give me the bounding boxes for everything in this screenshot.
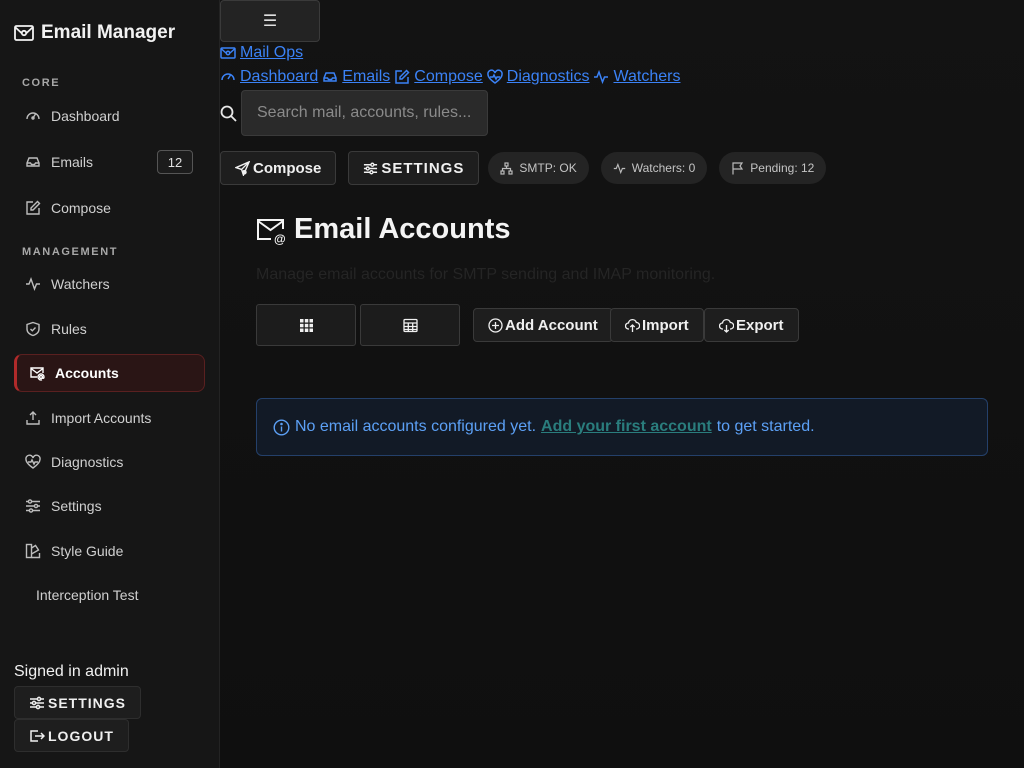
brand-link-row: Mail Ops xyxy=(220,44,303,62)
sidebar-item-settings[interactable]: Settings xyxy=(14,487,205,525)
heart-pulse-icon xyxy=(487,69,503,85)
signed-in-text: Signed in admin xyxy=(14,663,129,680)
nav-link-dashboard[interactable]: Dashboard xyxy=(220,68,318,86)
sidebar-item-label: Diagnostics xyxy=(51,454,124,470)
sidebar-item-label: Interception Test xyxy=(36,587,139,603)
add-account-button[interactable]: Add Account xyxy=(473,308,613,342)
emails-count-badge: 12 xyxy=(157,150,193,174)
activity-icon xyxy=(593,69,609,85)
sidebar-item-label: Style Guide xyxy=(51,543,124,559)
flag-icon xyxy=(731,161,744,175)
edit-icon xyxy=(394,69,410,85)
nav-link-compose[interactable]: Compose xyxy=(394,68,483,86)
app-title: Email Manager xyxy=(41,22,176,43)
sidebar-item-label: Import Accounts xyxy=(51,410,152,426)
sidebar-item-label: Dashboard xyxy=(51,108,120,124)
sidebar-item-dashboard[interactable]: Dashboard xyxy=(14,97,205,135)
send-icon xyxy=(235,160,250,176)
sidebar-item-watchers[interactable]: Watchers xyxy=(14,265,205,303)
pending-status-badge: Pending: 12 xyxy=(719,152,827,184)
empty-state-alert: No email accounts configured yet. Add yo… xyxy=(256,398,988,456)
section-core: CORE xyxy=(22,77,61,89)
palette-icon xyxy=(25,543,41,559)
upload-icon xyxy=(25,410,41,426)
top-nav-links: Dashboard Emails Compose Diagnostics Wat… xyxy=(220,68,680,86)
search-bar xyxy=(220,90,488,136)
watchers-status-badge: Watchers: 0 xyxy=(600,152,708,184)
sliders-icon xyxy=(29,695,45,711)
sidebar-item-compose[interactable]: Compose xyxy=(14,189,205,227)
grid-view-button[interactable] xyxy=(256,304,356,346)
settings-button[interactable]: SETTINGS xyxy=(348,151,480,185)
sidebar-item-interception-test[interactable]: Interception Test xyxy=(14,576,205,614)
sidebar-item-label: Emails xyxy=(51,154,94,170)
search-input[interactable] xyxy=(241,90,488,136)
envelope-card-icon xyxy=(220,45,236,61)
svg-text:@: @ xyxy=(274,232,286,245)
logout-button[interactable]: LOGOUT xyxy=(14,719,129,752)
section-management: MANAGEMENT xyxy=(22,246,119,258)
grid-icon xyxy=(299,318,314,333)
nav-link-emails[interactable]: Emails xyxy=(322,68,390,86)
gauge-icon xyxy=(220,69,236,85)
top-toolbar: Compose SETTINGS SMTP: OK Watchers: 0 Pe… xyxy=(220,151,827,185)
edit-icon xyxy=(25,200,41,216)
table-icon xyxy=(402,318,418,333)
cloud-upload-icon xyxy=(625,318,640,333)
logout-icon xyxy=(29,728,45,744)
alert-text-before: No email accounts configured yet. xyxy=(295,418,537,435)
mail-ops-link[interactable]: Mail Ops xyxy=(220,44,303,62)
sidebar-item-label: Accounts xyxy=(55,365,119,381)
envelope-card-icon xyxy=(14,25,34,41)
sidebar-item-import-accounts[interactable]: Import Accounts xyxy=(14,399,205,437)
sidebar-item-diagnostics[interactable]: Diagnostics xyxy=(14,443,205,481)
sidebar-item-emails[interactable]: Emails 12 xyxy=(14,143,205,181)
sidebar-item-label: Rules xyxy=(51,321,87,337)
sidebar-item-style-guide[interactable]: Style Guide xyxy=(14,532,205,570)
envelope-at-icon: @ xyxy=(256,215,286,245)
gauge-icon xyxy=(25,108,41,124)
menu-toggle-button[interactable]: ☰ xyxy=(220,0,320,42)
cloud-download-icon xyxy=(719,318,734,333)
activity-icon xyxy=(613,162,626,175)
sidebar-item-label: Watchers xyxy=(51,276,110,292)
activity-icon xyxy=(25,276,41,292)
app-brand[interactable]: Email Manager xyxy=(14,22,175,44)
main-content: ☰ Mail Ops Dashboard Emails Compose Diag… xyxy=(220,0,1024,768)
sliders-icon xyxy=(363,161,378,176)
smtp-status-badge: SMTP: OK xyxy=(488,152,589,184)
envelope-at-icon xyxy=(29,365,45,381)
heart-pulse-icon xyxy=(25,454,41,470)
plus-circle-icon xyxy=(488,317,503,333)
search-icon xyxy=(220,105,237,122)
sidebar-item-accounts[interactable]: Accounts xyxy=(14,354,205,392)
logout-label: LOGOUT xyxy=(48,727,114,744)
sidebar-settings-label: SETTINGS xyxy=(48,694,127,711)
info-circle-icon xyxy=(273,418,290,436)
sidebar-item-label: Settings xyxy=(51,498,102,514)
inbox-icon xyxy=(25,154,41,170)
sliders-icon xyxy=(25,498,41,514)
nav-link-watchers[interactable]: Watchers xyxy=(593,68,680,86)
add-first-account-link[interactable]: Add your first account xyxy=(541,418,712,436)
sidebar-item-rules[interactable]: Rules xyxy=(14,310,205,348)
shield-check-icon xyxy=(25,321,41,337)
sidebar-settings-button[interactable]: SETTINGS xyxy=(14,686,142,719)
nav-link-diagnostics[interactable]: Diagnostics xyxy=(487,68,589,86)
menu-icon: ☰ xyxy=(262,13,278,30)
alert-text-after: to get started. xyxy=(716,418,815,435)
sidebar-item-label: Compose xyxy=(51,200,111,216)
table-view-button[interactable] xyxy=(360,304,460,346)
export-button[interactable]: Export xyxy=(704,308,799,342)
inbox-icon xyxy=(322,69,338,85)
page-title: @ Email Accounts xyxy=(256,213,510,246)
compose-button[interactable]: Compose xyxy=(220,151,337,185)
sidebar: Email Manager CORE Dashboard Emails 12 C… xyxy=(0,0,220,768)
network-icon xyxy=(500,161,513,175)
page-subtitle: Manage email accounts for SMTP sending a… xyxy=(256,266,716,283)
import-button[interactable]: Import xyxy=(610,308,704,342)
